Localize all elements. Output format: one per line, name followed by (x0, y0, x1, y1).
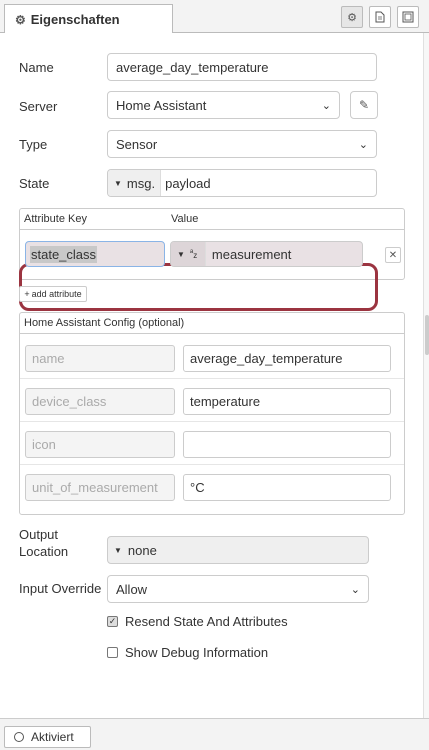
output-label-line1: Output (19, 527, 59, 542)
document-icon (375, 11, 385, 23)
attribute-value: measurement (211, 246, 292, 262)
string-type-icon: ᵃz (189, 247, 198, 260)
input-override-value: Allow (116, 581, 148, 597)
tab-properties-label: Eigenschaften (30, 12, 120, 27)
add-attribute-button[interactable]: + add attribute (19, 286, 87, 302)
output-location-value: none (127, 542, 157, 558)
name-label: Name (19, 60, 54, 75)
output-location-select[interactable]: ▼ none (107, 536, 369, 564)
scrollbar[interactable] (423, 33, 429, 718)
state-type-selector[interactable]: ▼ msg. (108, 170, 162, 196)
appearance-tab-button[interactable] (397, 6, 419, 28)
chevron-down-icon: ⌄ (350, 583, 360, 596)
row-divider (20, 464, 404, 465)
edit-server-button[interactable]: ✎ (350, 91, 378, 119)
tab-properties[interactable]: ⚙ Eigenschaften (4, 4, 173, 34)
ha-config-value-unit[interactable]: °C (183, 474, 391, 501)
resend-state-checkbox[interactable]: ✓ Resend State And Attributes (107, 614, 288, 629)
settings-tab-button[interactable]: ⚙ (341, 6, 363, 28)
checkbox-checked[interactable]: ✓ (107, 616, 118, 627)
state-typed-input[interactable]: ▼ msg. payload (107, 169, 377, 197)
attribute-value-input[interactable]: ▼ ᵃz measurement (170, 241, 363, 267)
ha-config-key-name: name (25, 345, 175, 372)
chevron-down-icon: ⌄ (321, 99, 331, 112)
ha-config-key-device-class: device_class (25, 388, 175, 415)
layout-icon (402, 11, 414, 23)
scrollbar-thumb[interactable] (425, 315, 429, 355)
remove-attribute-button[interactable]: ✕ (385, 247, 401, 263)
state-label: State (19, 176, 50, 191)
plus-icon: + (24, 289, 30, 299)
ha-config-value-icon[interactable] (183, 431, 391, 458)
ha-config-value-device-class[interactable]: temperature (183, 388, 391, 415)
gear-icon: ⚙ (347, 11, 357, 24)
caret-down-icon: ▼ (177, 249, 185, 259)
caret-down-icon: ▼ (114, 545, 122, 555)
properties-panel: Name average_day_temperature Server Home… (0, 33, 422, 718)
ha-config-key-icon: icon (25, 431, 175, 458)
server-label: Server (19, 99, 58, 114)
ha-config-key-unit: unit_of_measurement (25, 474, 175, 501)
enabled-label: Aktiviert (31, 730, 74, 744)
state-value: payload (165, 175, 211, 191)
attribute-key-value: state_class (30, 245, 98, 263)
attribute-key-input[interactable]: state_class (25, 241, 165, 267)
server-select-value: Home Assistant (116, 97, 207, 113)
chevron-down-icon: ⌄ (358, 138, 368, 151)
type-select-value: Sensor (116, 136, 158, 152)
description-tab-button[interactable] (369, 6, 391, 28)
resend-state-label: Resend State And Attributes (125, 614, 288, 629)
attribute-type-selector[interactable]: ▼ ᵃz (171, 242, 206, 266)
circle-icon (14, 732, 24, 742)
gear-icon: ⚙ (15, 12, 26, 27)
ha-config-title: Home Assistant Config (optional) (24, 317, 185, 329)
output-location-label: Output Location (19, 526, 68, 560)
row-divider (20, 378, 404, 379)
type-select[interactable]: Sensor ⌄ (107, 130, 377, 158)
input-override-select[interactable]: Allow ⌄ (107, 575, 369, 603)
add-attribute-label: add attribute (31, 289, 82, 299)
checkbox-unchecked[interactable] (107, 647, 118, 658)
show-debug-checkbox[interactable]: Show Debug Information (107, 645, 268, 660)
name-input[interactable]: average_day_temperature (107, 53, 377, 81)
input-override-label: Input Override (19, 581, 102, 596)
attributes-header: Attribute Key Value (20, 209, 404, 230)
caret-down-icon: ▼ (114, 178, 122, 188)
state-type-label: msg. (126, 175, 156, 191)
enabled-toggle[interactable]: Aktiviert (4, 726, 91, 748)
server-select[interactable]: Home Assistant ⌄ (107, 91, 340, 119)
ha-config-header: Home Assistant Config (optional) (20, 313, 404, 334)
footer-bar: Aktiviert (0, 718, 429, 750)
type-label: Type (19, 137, 48, 152)
show-debug-label: Show Debug Information (125, 645, 269, 660)
attribute-value-header: Value (171, 213, 199, 225)
close-icon: ✕ (388, 249, 398, 261)
row-divider (20, 421, 404, 422)
pencil-icon: ✎ (358, 98, 370, 112)
ha-config-value-name[interactable]: average_day_temperature (183, 345, 391, 372)
tab-bar: ⚙ Eigenschaften ⚙ (0, 0, 429, 34)
output-label-line2: Location (19, 544, 69, 559)
attribute-key-header: Attribute Key (24, 213, 87, 225)
